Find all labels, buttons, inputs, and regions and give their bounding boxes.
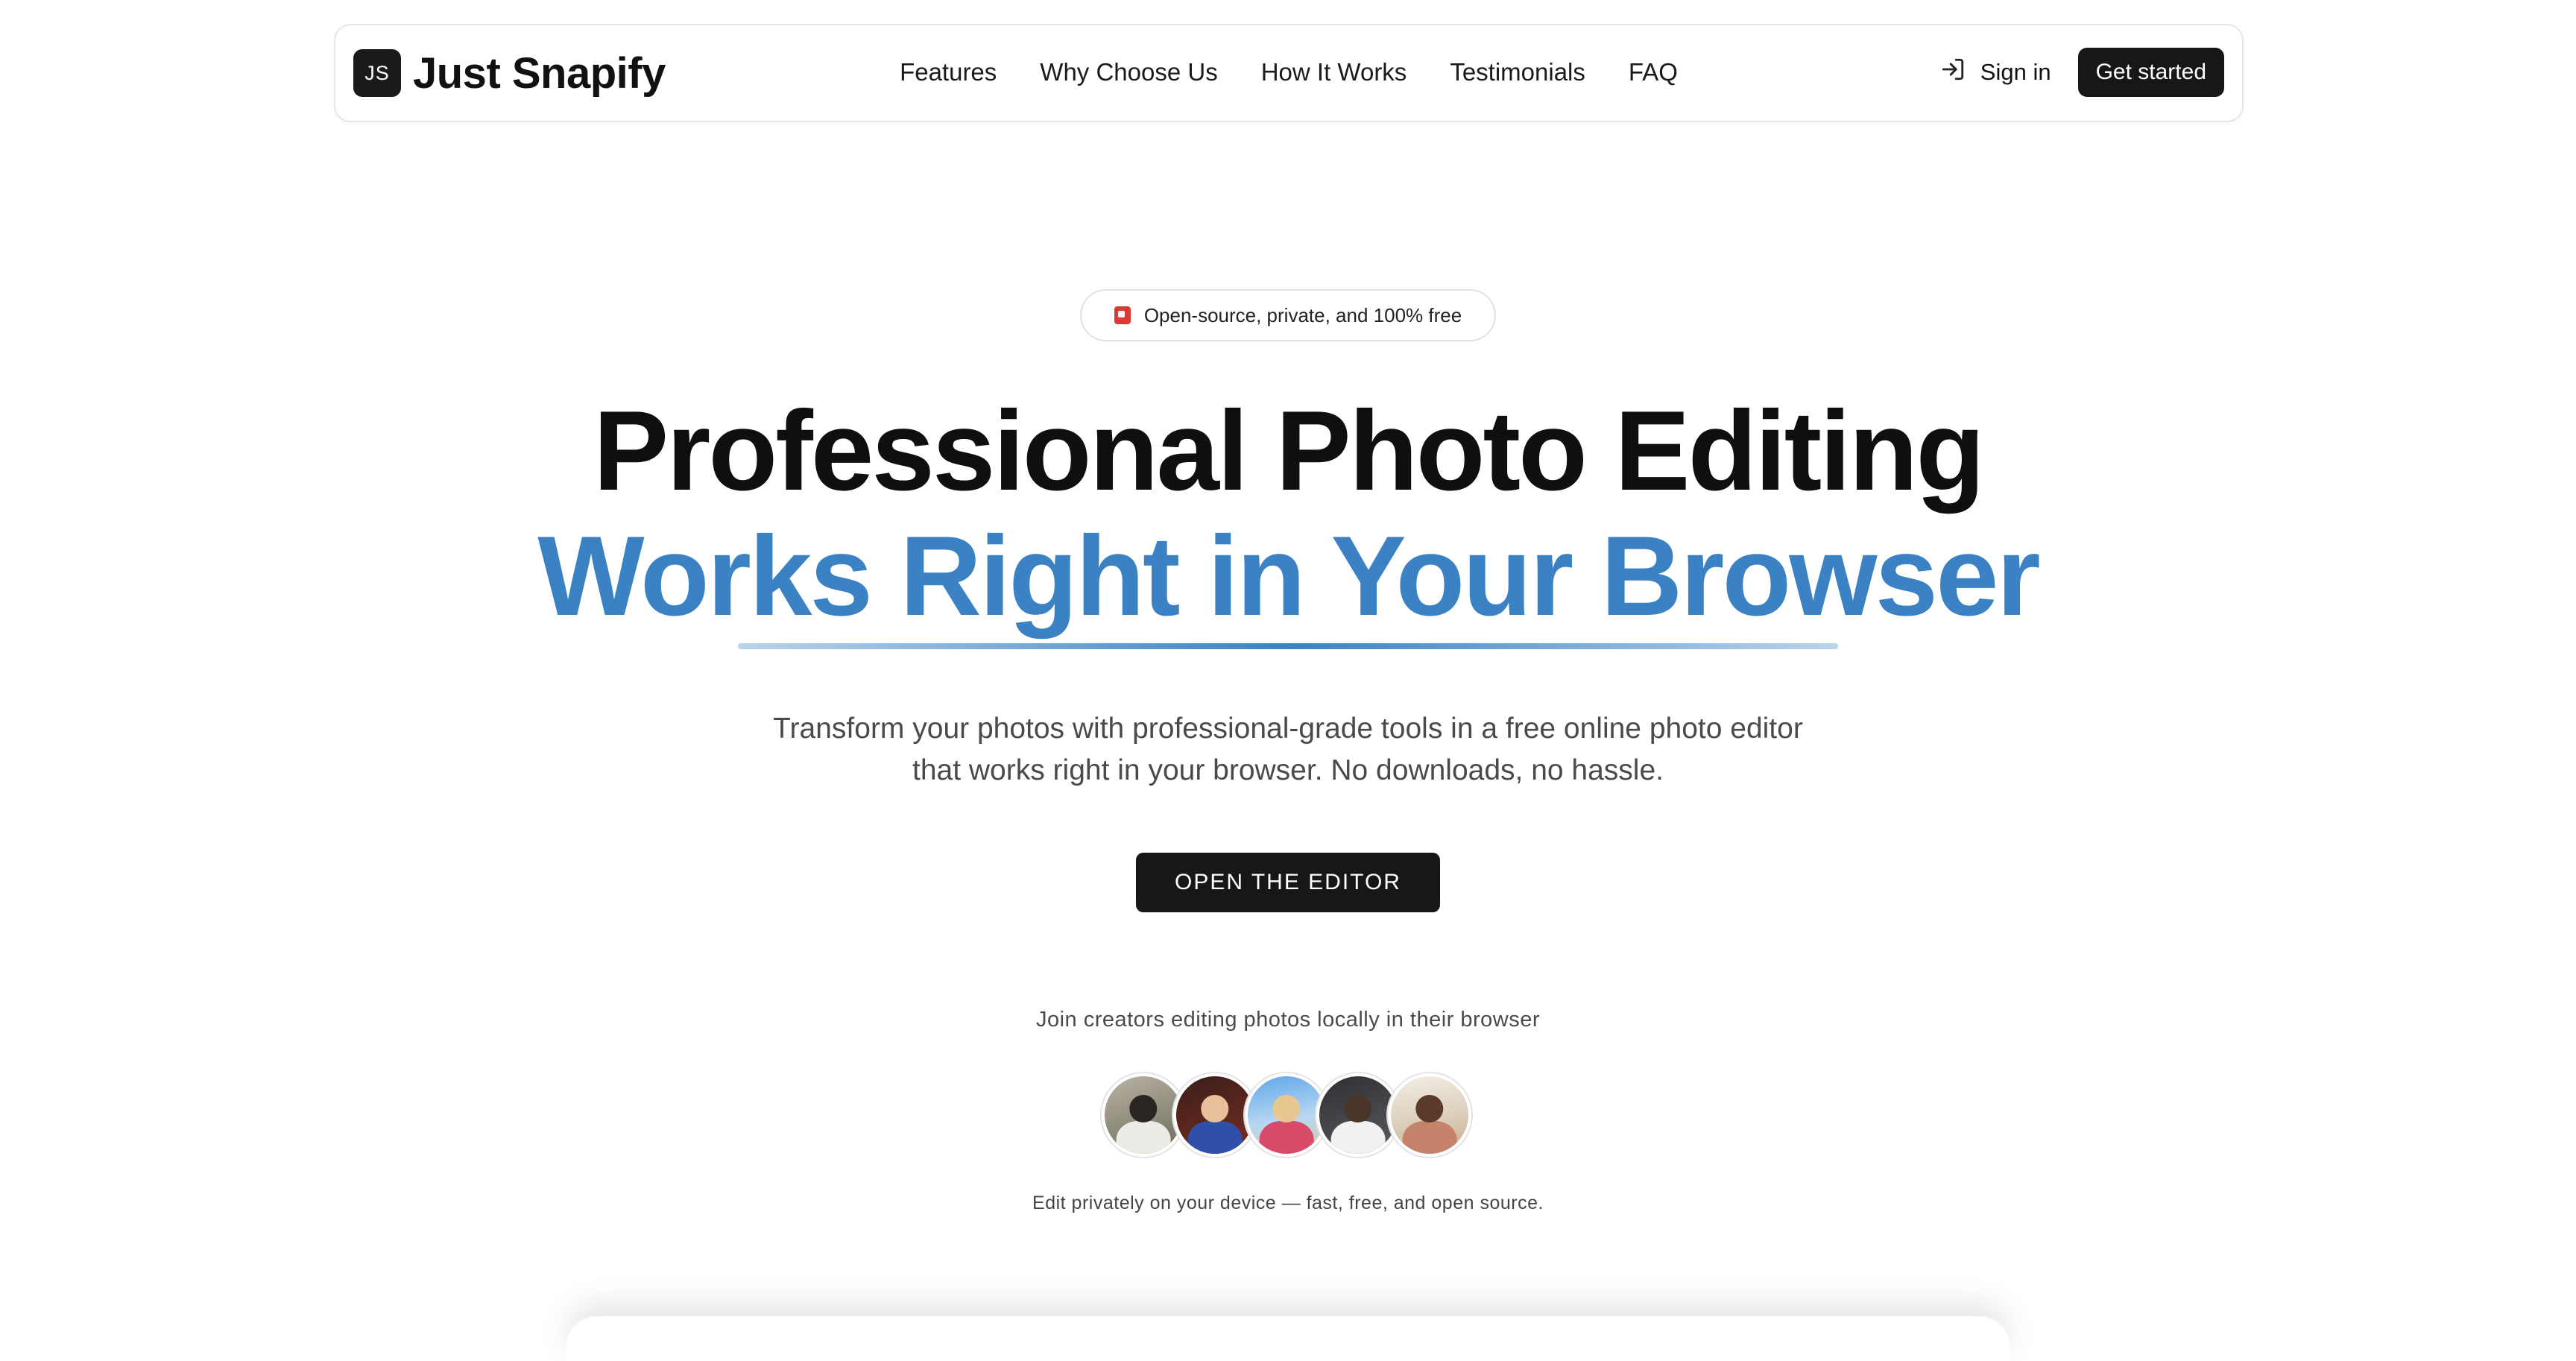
sign-in-button[interactable]: Sign in	[1940, 57, 2051, 88]
nav-link-why-choose-us[interactable]: Why Choose Us	[1040, 54, 1217, 91]
log-in-icon	[1940, 57, 1966, 88]
brand-logo: JS	[353, 49, 401, 97]
avatar-group	[1102, 1073, 1471, 1157]
sign-in-label: Sign in	[1980, 59, 2051, 85]
nav-link-testimonials[interactable]: Testimonials	[1450, 54, 1585, 91]
top-navbar: JS Just Snapify Features Why Choose Us H…	[334, 24, 2244, 122]
social-proof-text: Join creators editing photos locally in …	[1035, 1008, 1541, 1032]
get-started-button[interactable]: Get started	[2077, 48, 2224, 97]
nav-link-faq[interactable]: FAQ	[1629, 54, 1678, 91]
hero-headline-line1: Professional Photo Editing	[593, 388, 1985, 514]
brand-name: Just Snapify	[413, 48, 666, 98]
privacy-footnote: Edit privately on your device — fast, fr…	[1032, 1193, 1544, 1213]
open-editor-button[interactable]: OPEN THE EDITOR	[1136, 853, 1440, 912]
badge-text: Open-source, private, and 100% free	[1143, 303, 1462, 326]
announcement-badge: Open-source, private, and 100% free	[1080, 289, 1496, 341]
headline-underline	[738, 643, 1838, 649]
gift-icon	[1114, 306, 1131, 324]
nav-link-features[interactable]: Features	[900, 54, 997, 91]
avatar	[1388, 1073, 1471, 1157]
nav-link-how-it-works[interactable]: How It Works	[1261, 54, 1407, 91]
hero-subtext: Transform your photos with professional-…	[773, 713, 1803, 786]
hero-headline-line2: Works Right in Your Browser	[537, 513, 2041, 640]
brand-link[interactable]: JS Just Snapify	[353, 48, 666, 98]
nav-actions: Sign in Get started	[1940, 48, 2224, 97]
editor-preview-edge	[566, 1316, 2010, 1361]
